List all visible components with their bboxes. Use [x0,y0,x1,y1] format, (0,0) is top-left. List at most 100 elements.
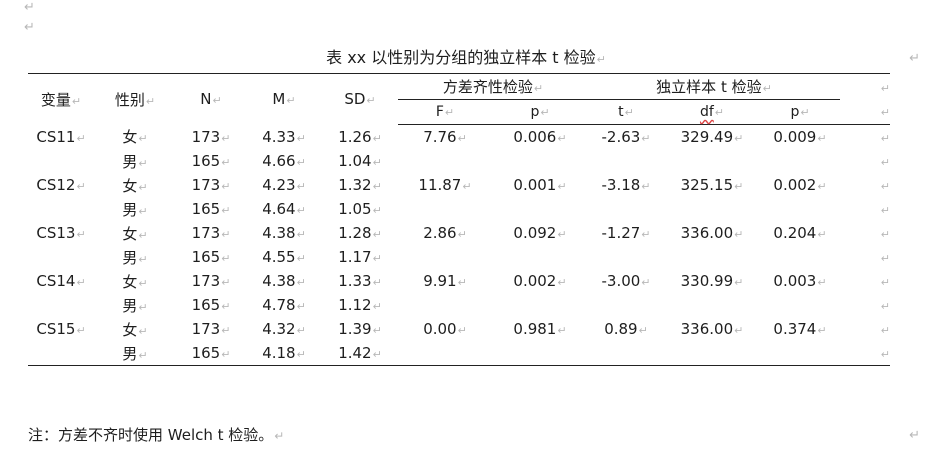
paragraph-mark-icon: ↵ [296,156,306,169]
header-var: 变量↵ [28,73,94,125]
paragraph-mark-icon: ↵ [221,276,231,289]
paragraph-mark-icon: ↵ [734,180,744,193]
paragraph-mark-icon: ↵ [296,276,306,289]
paragraph-mark-icon: ↵ [138,324,148,338]
paragraph-mark-icon: ↵ [76,180,86,193]
header-df: df↵ [664,99,760,125]
paragraph-mark-icon: ↵ [372,300,382,313]
paragraph-mark-icon: ↵ [817,132,827,145]
paragraph-mark-icon: ↵ [138,300,148,314]
paragraph-mark-icon: ↵ [138,252,148,266]
paragraph-mark-icon: ↵ [372,324,382,337]
cell-sd: 1.28↵ [338,224,382,242]
paragraph-mark-icon: ↵ [641,228,651,241]
cell-m: 4.33↵ [262,127,306,146]
paragraph-mark-icon: ↵ [540,106,550,119]
paragraph-mark-icon: ↵ [880,132,890,145]
cell-gender: 男↵ [122,152,148,171]
cell-n: 165↵ [191,296,231,314]
paragraph-mark-icon: ↵ [880,276,890,289]
cell-gender: 男↵ [122,248,148,267]
header-m: M↵ [246,73,322,125]
cell-n: 173↵ [191,127,231,146]
table-row: 男↵ 165↵ 4.78↵ 1.12↵ ↵ [28,293,890,317]
paragraph-mark-icon: ↵ [734,276,744,289]
paragraph-mark-icon: ↵ [221,324,231,337]
paragraph-mark-icon: ↵ [880,204,890,217]
paragraph-mark-icon: ↵ [462,180,472,193]
cell-gender: 女↵ [122,320,148,339]
paragraph-mark-icon: ↵ [641,180,651,193]
cell-p-levene: 0.981↵ [513,320,567,338]
paragraph-mark-icon: ↵ [641,276,651,289]
paragraph-mark-icon: ↵ [372,252,382,265]
paragraph-mark-icon: ↵ [221,156,231,169]
cell-n: 165↵ [176,341,246,366]
paragraph-mark-icon: ↵ [457,324,467,337]
paragraph-mark-icon: ↵ [76,276,86,289]
paragraph-mark-icon: ↵ [145,94,156,108]
paragraph-mark-icon: ↵ [24,20,35,35]
cell-m: 4.38↵ [262,224,306,242]
paragraph-mark-icon: ↵ [76,324,86,337]
cell-gender: 女↵ [122,128,148,147]
cell-n: 165↵ [191,152,231,170]
cell-t: -1.27↵ [601,224,651,242]
paragraph-mark-icon: ↵ [880,228,890,241]
table-row: 男↵ 165↵ 4.18↵ 1.42↵ ↵ [28,341,890,366]
cell-sd: 1.33↵ [338,272,382,290]
cell-sd: 1.12↵ [338,296,382,314]
cell-n: 173↵ [191,272,231,290]
paragraph-mark-icon: ↵ [221,180,231,193]
paragraph-mark-icon: ↵ [638,324,648,337]
paragraph-mark-icon: ↵ [221,348,231,361]
cell-p-ttest: 0.002↵ [773,176,827,194]
cell-m: 4.18↵ [246,341,322,366]
header-sd: SD↵ [322,73,398,125]
cell-sd: 1.17↵ [338,248,382,266]
paragraph-mark-icon: ↵ [138,348,148,362]
paragraph-mark-icon: ↵ [734,228,744,241]
paragraph-mark-icon: ↵ [296,131,306,145]
paragraph-mark-icon: ↵ [372,276,382,289]
cell-p-levene: 0.006↵ [513,128,567,146]
paragraph-mark-icon: ↵ [880,252,890,265]
paragraph-mark-icon: ↵ [296,252,306,265]
cell-f: 9.91↵ [423,272,467,290]
header-f: F↵ [398,99,492,125]
cell-m: 4.32↵ [262,320,306,338]
paragraph-mark-icon: ↵ [372,131,382,145]
cell-df: 330.99↵ [680,272,744,290]
paragraph-mark-icon: ↵ [624,106,634,119]
cell-m: 4.78↵ [262,296,306,314]
paragraph-mark-icon: ↵ [76,228,86,241]
paragraph-mark-icon: ↵ [372,180,382,193]
cell-m: 4.23↵ [262,176,306,194]
cell-p-levene: 0.001↵ [513,176,567,194]
cell-df: 336.00↵ [680,224,744,242]
paragraph-mark-icon: ↵ [24,0,35,15]
paragraph-mark-icon: ↵ [880,105,890,119]
cell-m: 4.55↵ [262,248,306,266]
cell-n: 173↵ [191,224,231,242]
table-row: CS15↵ 女↵ 173↵ 4.32↵ 1.39↵ 0.00↵ 0.981↵ 0.89↵ 336… [28,317,890,341]
cell-f: 0.00↵ [423,320,467,338]
header-t: t↵ [588,99,664,125]
cell-p-ttest: 0.204↵ [773,224,827,242]
paragraph-mark-icon: ↵ [457,132,467,145]
paragraph-mark-icon: ↵ [296,300,306,313]
paragraph-mark-icon: ↵ [533,82,544,95]
paragraph-mark-icon: ↵ [880,81,890,95]
paragraph-mark-icon: ↵ [880,348,890,361]
paragraph-mark-icon: ↵ [714,106,725,119]
cell-gender: 女↵ [122,224,148,243]
cell-sd: 1.05↵ [338,200,382,218]
cell-n: 165↵ [191,248,231,266]
cell-f: 11.87↵ [418,176,472,194]
cell-p-ttest: 0.009↵ [773,128,827,146]
cell-t: -3.18↵ [601,176,651,194]
paragraph-mark-icon: ↵ [457,276,467,289]
paragraph-mark-icon: ↵ [457,228,467,241]
paragraph-mark-icon: ↵ [817,276,827,289]
paragraph-mark-icon: ↵ [909,51,920,66]
